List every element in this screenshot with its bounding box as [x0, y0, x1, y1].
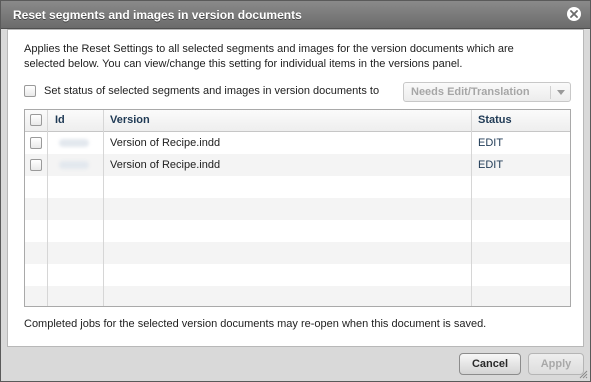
footer-note: Completed jobs for the selected version … — [24, 318, 487, 330]
apply-button[interactable]: Apply — [528, 353, 584, 375]
close-icon — [570, 10, 578, 18]
dialog-title: Reset segments and images in version doc… — [13, 8, 302, 22]
empty-row — [25, 198, 570, 220]
chevron-down-icon — [557, 90, 565, 95]
status-select[interactable]: Needs Edit/Translation — [403, 82, 571, 102]
select-divider — [550, 86, 551, 99]
column-header-version[interactable]: Version — [110, 114, 150, 126]
grid-header: Id Version Status — [25, 110, 570, 132]
status-select-value: Needs Edit/Translation — [411, 86, 530, 98]
table-row[interactable]: Version of Recipe.indd EDIT — [25, 132, 570, 154]
reset-segments-dialog: Reset segments and images in version doc… — [0, 0, 591, 382]
row-status: EDIT — [478, 159, 504, 171]
set-status-label: Set status of selected segments and imag… — [44, 85, 380, 97]
column-divider — [471, 110, 472, 306]
status-setting-row: Set status of selected segments and imag… — [24, 82, 574, 104]
column-divider — [103, 110, 104, 306]
column-header-id[interactable]: Id — [55, 114, 65, 126]
dialog-description: Applies the Reset Settings to all select… — [24, 43, 514, 70]
set-status-checkbox[interactable] — [24, 85, 36, 97]
redacted-id — [59, 139, 89, 147]
row-version: Version of Recipe.indd — [110, 159, 221, 171]
row-version: Version of Recipe.indd — [110, 137, 221, 149]
column-header-status[interactable]: Status — [478, 114, 512, 126]
select-all-checkbox[interactable] — [30, 114, 42, 126]
column-divider — [47, 110, 48, 306]
versions-grid: Id Version Status Version of Recipe.indd… — [24, 109, 571, 307]
redacted-id — [59, 161, 89, 169]
resize-grip-icon[interactable] — [578, 369, 588, 379]
row-status: EDIT — [478, 137, 504, 149]
empty-row — [25, 286, 570, 306]
close-button[interactable] — [567, 7, 581, 21]
row-checkbox[interactable] — [30, 159, 42, 171]
dialog-content: Applies the Reset Settings to all select… — [7, 29, 584, 347]
cancel-button[interactable]: Cancel — [459, 353, 521, 375]
row-checkbox[interactable] — [30, 137, 42, 149]
empty-row — [25, 242, 570, 264]
dialog-titlebar[interactable]: Reset segments and images in version doc… — [1, 1, 590, 29]
table-row[interactable]: Version of Recipe.indd EDIT — [25, 154, 570, 176]
